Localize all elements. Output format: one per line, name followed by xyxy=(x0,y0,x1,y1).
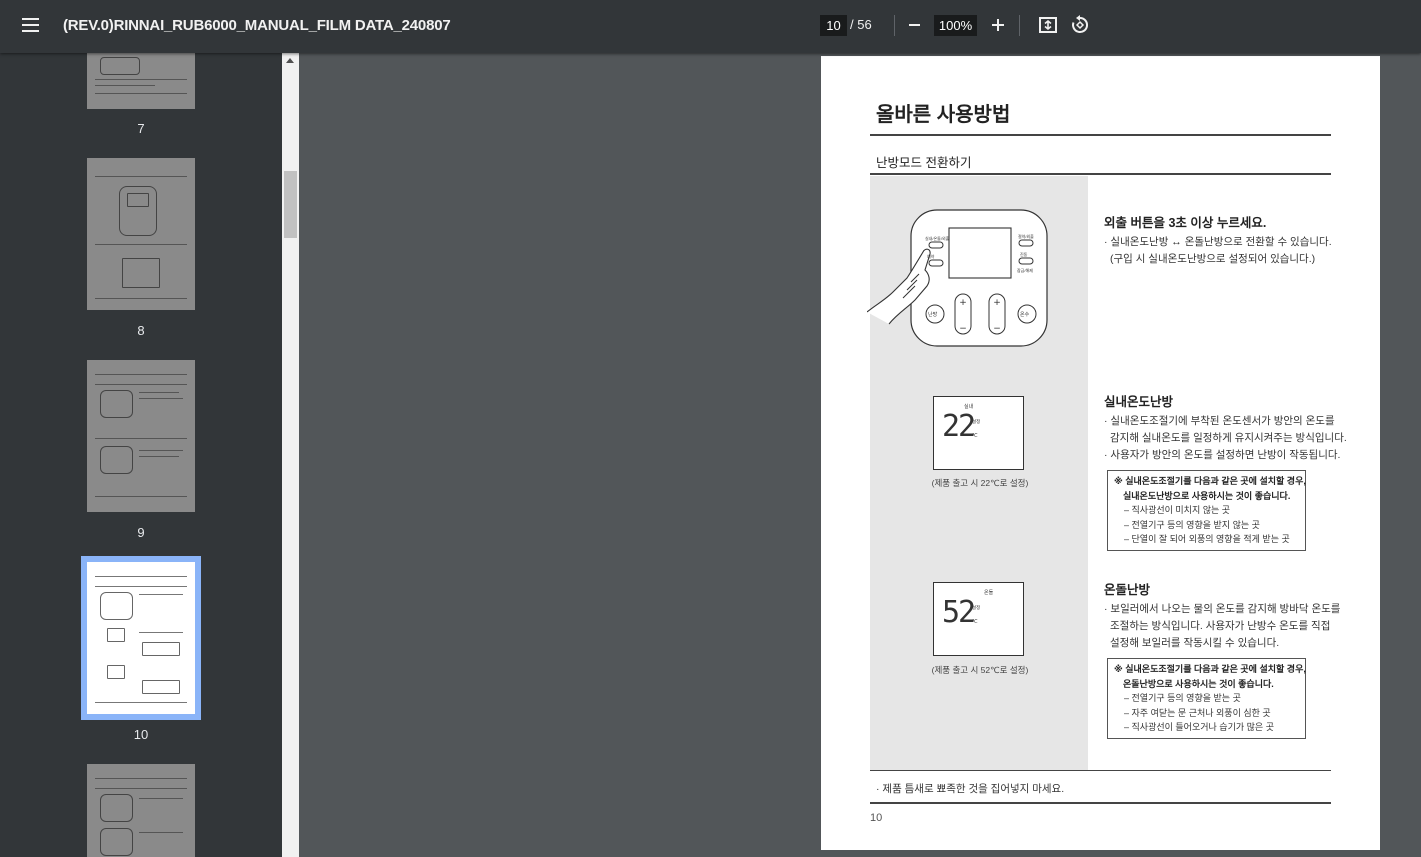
thermostat-illustration: + − + − xyxy=(867,209,1048,347)
footer-rule xyxy=(870,770,1331,771)
note-item: – 전열기구 등의 영향을 받는 곳 xyxy=(1124,693,1241,703)
body-text: 감지해 실내온도를 일정하게 유지시켜주는 방식입니다. xyxy=(1110,432,1347,444)
thumbnail-sidebar: 7 8 9 10 xyxy=(0,53,282,857)
pdf-page: 올바른 사용방법 난방모드 전환하기 + − + − 실내/온돌/외출 예약 절… xyxy=(821,56,1380,850)
page-total: / 56 xyxy=(850,17,872,32)
lcd-mode: 온돌 xyxy=(984,590,994,596)
lcd-value: 22 xyxy=(942,409,976,444)
lcd-mode: 실내 xyxy=(964,404,974,410)
subtitle-rule xyxy=(870,173,1331,175)
lcd-set: 설정 xyxy=(972,419,981,424)
menu-icon[interactable] xyxy=(18,14,44,38)
lcd-unit: ℃ xyxy=(972,619,978,625)
section-heading: 온돌난방 xyxy=(1104,583,1151,597)
footer-rule xyxy=(870,802,1331,804)
body-text: · 실내온도조절기에 부착된 온도센서가 방안의 온도를 xyxy=(1104,415,1335,427)
footnote: · 제품 틈새로 뾰족한 것을 집어넣지 마세요. xyxy=(876,783,1065,795)
body-text: (구입 시 실내온도난방으로 설정되어 있습니다.) xyxy=(1110,253,1316,265)
note-item: – 직사광선이 미치지 않는 곳 xyxy=(1124,505,1231,515)
section-subtitle: 난방모드 전환하기 xyxy=(876,156,972,170)
page-thumbnail-8[interactable] xyxy=(87,158,195,310)
device-label: 실내/온돌/외출 xyxy=(925,236,950,241)
svg-text:−: − xyxy=(959,324,967,334)
note-heading: ※ 실내온도조절기를 다음과 같은 곳에 설치할 경우, xyxy=(1114,664,1306,674)
thumbnail-label: 8 xyxy=(137,323,145,338)
toolbar-divider xyxy=(894,15,895,36)
thumbnail-label: 9 xyxy=(137,525,145,540)
section-heading: 외출 버튼을 3초 이상 누르세요. xyxy=(1104,216,1267,230)
page-thumbnail-10[interactable] xyxy=(81,556,201,720)
page-thumbnail-7[interactable] xyxy=(87,53,195,109)
thumbnail-label: 7 xyxy=(137,121,145,136)
page-title: 올바른 사용방법 xyxy=(876,104,1011,126)
pdf-toolbar: (REV.0)RINNAI_RUB6000_MANUAL_FILM DATA_2… xyxy=(0,0,1421,53)
note-item: – 단열이 잘 되어 외풍의 영향을 적게 받는 곳 xyxy=(1124,534,1290,544)
note-box: ※ 실내온도조절기를 다음과 같은 곳에 설치할 경우, 실내온도난방으로 사용… xyxy=(1107,470,1306,551)
svg-text:+: + xyxy=(993,298,1001,308)
note-heading: ※ 실내온도조절기를 다음과 같은 곳에 설치할 경우, xyxy=(1114,476,1306,486)
title-rule xyxy=(870,134,1331,136)
note-heading: 온돌난방으로 사용하시는 것이 좋습니다. xyxy=(1123,678,1274,689)
device-label: 난방 xyxy=(928,312,938,318)
body-text: · 보일러에서 나오는 물의 온도를 감지해 방바닥 온도를 xyxy=(1104,603,1341,615)
lcd-unit: ℃ xyxy=(972,433,978,439)
note-item: – 직사광선이 들어오거나 습기가 많은 곳 xyxy=(1124,722,1274,732)
body-text: 조절하는 방식입니다. 사용자가 난방수 온도를 직접 xyxy=(1110,620,1331,632)
lcd-value: 52 xyxy=(942,595,976,630)
note-box: ※ 실내온도조절기를 다음과 같은 곳에 설치할 경우, 온돌난방으로 사용하시… xyxy=(1107,658,1306,739)
section-heading: 실내온도난방 xyxy=(1104,395,1174,409)
note-item: – 전열기구 등의 영향을 받지 않는 곳 xyxy=(1124,519,1260,530)
page-number-input[interactable]: 10 xyxy=(820,15,847,36)
figure-caption: (제품 출고 시 52℃로 설정) xyxy=(931,665,1029,675)
body-text: · 사용자가 방안의 온도를 설정하면 난방이 작동됩니다. xyxy=(1104,449,1341,461)
document-title: (REV.0)RINNAI_RUB6000_MANUAL_FILM DATA_2… xyxy=(63,17,451,34)
scroll-up-arrow[interactable] xyxy=(282,53,299,70)
note-heading: 실내온도난방으로 사용하시는 것이 좋습니다. xyxy=(1123,490,1291,501)
toolbar-divider xyxy=(1019,15,1020,36)
thumbnail-label: 10 xyxy=(133,727,149,742)
device-label: 잠금/해제 xyxy=(1017,268,1033,273)
body-text: 설정해 보일러를 작동시킬 수 있습니다. xyxy=(1110,637,1280,649)
svg-text:+: + xyxy=(959,298,967,308)
page-thumbnail-9[interactable] xyxy=(87,360,195,512)
zoom-out-button[interactable] xyxy=(906,14,924,36)
page-number: 10 xyxy=(870,812,883,824)
lcd-display-room: 22 실내 설정 ℃ xyxy=(933,396,1024,470)
svg-text:−: − xyxy=(993,324,1001,334)
note-item: – 자주 여닫는 문 근처나 외풍이 심한 곳 xyxy=(1124,707,1271,718)
scrollbar-thumb[interactable] xyxy=(284,171,297,238)
body-text: · 실내온도난방 ↔ 온돌난방으로 전환할 수 있습니다. xyxy=(1104,236,1332,248)
fit-page-icon[interactable] xyxy=(1037,14,1059,36)
lcd-display-floor: 52 온돌 설정 ℃ xyxy=(933,582,1024,656)
rotate-icon[interactable] xyxy=(1069,14,1091,36)
zoom-level-input[interactable]: 100% xyxy=(934,15,977,36)
figure-caption: (제품 출고 시 22℃로 설정) xyxy=(931,478,1029,488)
device-label: 절약/외출 xyxy=(1018,234,1034,239)
page-thumbnail-11[interactable] xyxy=(87,764,195,857)
sidebar-scrollbar[interactable] xyxy=(282,53,299,857)
device-label: 진동 xyxy=(1020,252,1028,257)
device-label: 온수 xyxy=(1020,312,1030,318)
lcd-set: 설정 xyxy=(972,605,981,610)
device-label: 예약 xyxy=(927,254,935,259)
zoom-in-button[interactable] xyxy=(989,14,1007,36)
